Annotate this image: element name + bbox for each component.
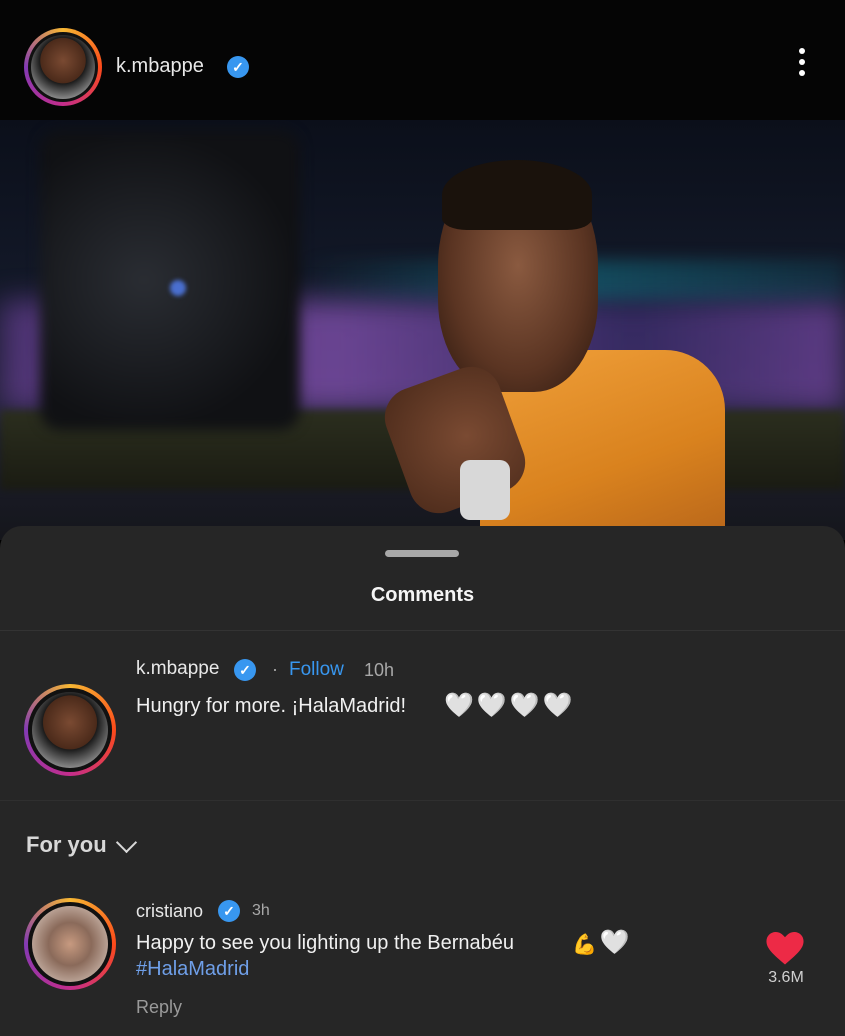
drag-handle[interactable] — [385, 550, 459, 557]
white-heart-icon: 🤍 — [599, 929, 630, 956]
comments-filter-dropdown[interactable]: For you — [26, 831, 137, 858]
comment-emoji: 💪 🤍 — [572, 929, 630, 957]
caption-text: Hungry for more. ¡HalaMadrid! — [136, 695, 407, 717]
white-heart-icon: 🤍 — [444, 692, 474, 719]
follow-button[interactable]: Follow — [289, 659, 344, 681]
chevron-down-icon — [115, 831, 137, 853]
caption-username[interactable]: k.mbappe — [136, 658, 219, 680]
comment-username[interactable]: cristiano — [136, 901, 203, 922]
reply-button[interactable]: Reply — [136, 997, 182, 1018]
filter-label: For you — [26, 832, 107, 857]
comment-avatar[interactable] — [24, 898, 116, 990]
post-photo[interactable] — [0, 120, 845, 540]
divider — [0, 800, 845, 801]
flexed-biceps-icon: 💪 — [572, 934, 597, 956]
avatar-image — [32, 692, 108, 768]
divider — [0, 630, 845, 631]
verified-badge-icon: ✓ — [234, 659, 256, 681]
caption-hearts: 🤍 🤍 🤍 🤍 — [444, 692, 573, 719]
white-heart-icon: 🤍 — [476, 692, 507, 719]
comments-title: Comments — [370, 584, 475, 606]
like-heart-icon[interactable] — [766, 932, 804, 966]
caption-time: 10h — [364, 660, 395, 680]
more-options-icon[interactable] — [799, 48, 807, 76]
avatar-image — [32, 906, 108, 982]
hashtag-link[interactable]: #HalaMadrid — [136, 958, 249, 981]
avatar-image — [31, 35, 95, 99]
header-username[interactable]: k.mbappe — [116, 55, 204, 78]
verified-badge-icon: ✓ — [227, 56, 249, 78]
like-count: 3.6M — [768, 969, 804, 986]
caption-avatar[interactable] — [24, 684, 116, 776]
white-heart-icon: 🤍 — [542, 692, 573, 719]
comment-text: Happy to see you lighting up the Bernabé… — [136, 932, 515, 954]
separator-dot: · — [272, 659, 278, 679]
white-heart-icon: 🤍 — [509, 692, 540, 719]
profile-avatar[interactable] — [24, 28, 102, 106]
comment-time: 3h — [252, 902, 270, 919]
verified-badge-icon: ✓ — [218, 900, 240, 922]
